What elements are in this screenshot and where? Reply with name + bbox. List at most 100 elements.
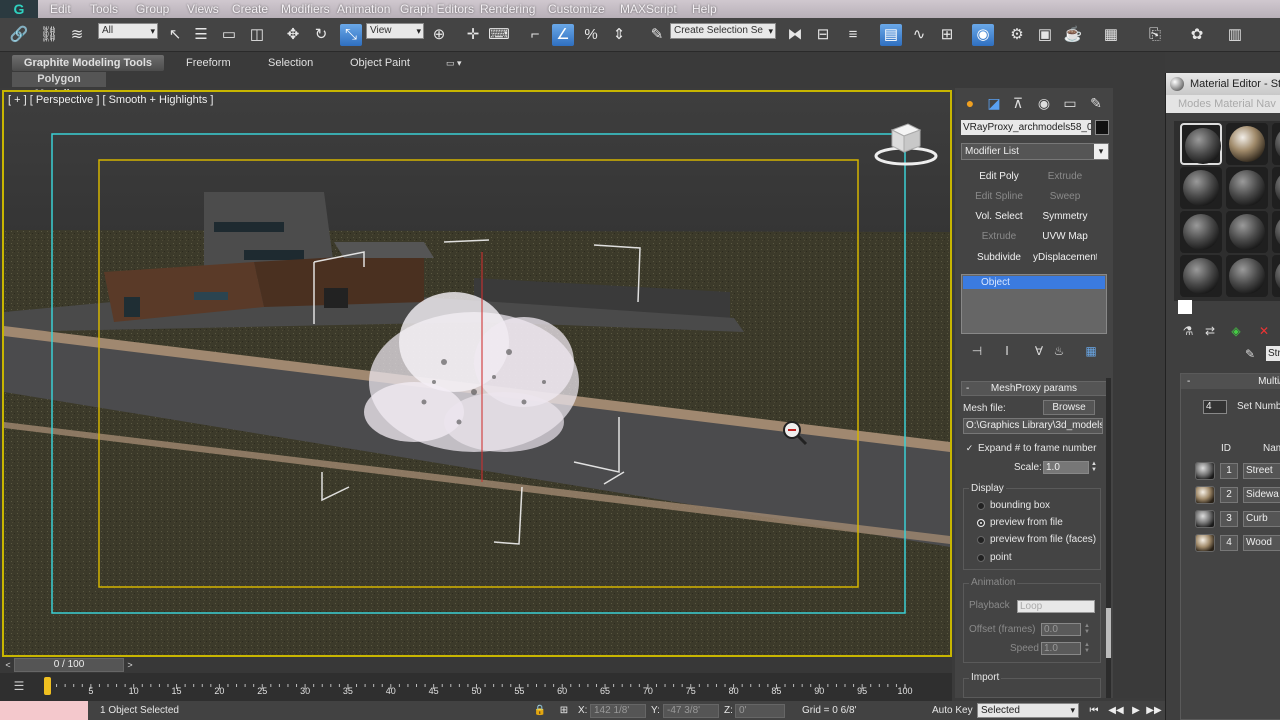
submaterial-name[interactable]: Wood bbox=[1243, 535, 1280, 551]
offset-spinner[interactable]: 0.0 bbox=[1041, 623, 1081, 636]
radio-point[interactable] bbox=[977, 554, 985, 562]
viewport-label[interactable]: [ + ] [ Perspective ] [ Smooth + Highlig… bbox=[8, 94, 213, 106]
material-name-field[interactable]: Str bbox=[1266, 346, 1280, 361]
z-coordinate-field[interactable]: 0' bbox=[735, 704, 785, 718]
extra-tool-icon[interactable]: ▥ bbox=[1224, 24, 1246, 46]
uvw-map-button[interactable]: UVW Map bbox=[1033, 228, 1097, 245]
subdivide-button[interactable]: Subdivide bbox=[967, 249, 1031, 266]
auto-key-button[interactable]: Auto Key bbox=[932, 705, 973, 716]
material-editor-icon[interactable]: ◉ bbox=[972, 24, 994, 46]
speed-spinner[interactable]: 1.0 bbox=[1041, 642, 1081, 655]
speed-spinner-arrows[interactable]: ▲ ▼ bbox=[1083, 642, 1091, 655]
symmetry-button[interactable]: Symmetry bbox=[1033, 208, 1097, 225]
set-number-button[interactable]: Set Numb bbox=[1237, 401, 1280, 412]
tab-selection[interactable]: Selection bbox=[268, 55, 313, 71]
previous-key-icon[interactable]: ◀◀ bbox=[1108, 703, 1124, 718]
extension-icon[interactable]: ✿ bbox=[1186, 24, 1208, 46]
submaterial-row[interactable]: 2 Sidewa bbox=[1195, 484, 1280, 506]
pick-from-object-icon[interactable]: ✎ bbox=[1242, 346, 1258, 362]
make-unique-icon[interactable]: ∀ bbox=[1031, 344, 1047, 358]
sample-slot[interactable] bbox=[1226, 211, 1268, 253]
stack-item-object[interactable]: Object bbox=[963, 276, 1105, 289]
next-frame-icon[interactable]: > bbox=[124, 659, 136, 671]
tab-object-paint[interactable]: Object Paint bbox=[350, 55, 410, 71]
assign-material-icon[interactable]: ◈ bbox=[1228, 323, 1244, 339]
tab-freeform[interactable]: Freeform bbox=[186, 55, 231, 71]
percent-snap-icon[interactable]: % bbox=[580, 24, 602, 46]
radio-preview-faces[interactable] bbox=[977, 536, 985, 544]
extrude-button[interactable]: Extrude bbox=[1033, 168, 1097, 185]
key-filter-dropdown[interactable]: Selected bbox=[977, 703, 1079, 718]
render-production-icon[interactable]: ☕ bbox=[1062, 24, 1084, 46]
angle-snap-icon[interactable]: ∠ bbox=[552, 24, 574, 46]
vray-displacement-button[interactable]: yDisplacementI bbox=[1033, 249, 1097, 266]
absolute-mode-icon[interactable]: ⊞ bbox=[556, 703, 572, 718]
expand-frame-checkbox[interactable]: ✓ bbox=[965, 444, 974, 453]
edit-poly-button[interactable]: Edit Poly bbox=[967, 168, 1031, 185]
pin-stack-icon[interactable]: ⊣ bbox=[969, 344, 985, 358]
motion-tab-icon[interactable]: ◉ bbox=[1035, 94, 1053, 112]
tab-graphite-modeling-tools[interactable]: Graphite Modeling Tools bbox=[12, 55, 164, 71]
align-icon[interactable]: ⊟ bbox=[812, 24, 834, 46]
move-icon[interactable]: ✥ bbox=[282, 24, 304, 46]
scale-icon[interactable]: ⤡ bbox=[340, 24, 362, 46]
previous-frame-icon[interactable]: < bbox=[2, 659, 14, 671]
scale-spinner[interactable]: 1.0 bbox=[1043, 461, 1089, 474]
edit-named-selection-icon[interactable]: ✎ bbox=[646, 24, 668, 46]
submaterial-name[interactable]: Sidewa bbox=[1243, 487, 1280, 503]
time-slider[interactable]: < 0 / 100 > bbox=[0, 657, 952, 673]
rectangular-selection-icon[interactable]: ▭ bbox=[218, 24, 240, 46]
submaterial-swatch[interactable] bbox=[1195, 534, 1215, 552]
modifier-stack[interactable]: Object bbox=[961, 274, 1107, 334]
submaterial-row[interactable]: 4 Wood bbox=[1195, 532, 1280, 554]
put-to-scene-icon[interactable]: ⇄ bbox=[1202, 323, 1218, 339]
y-coordinate-field[interactable]: -47 3/8' bbox=[663, 704, 719, 718]
submaterial-id[interactable]: 4 bbox=[1220, 535, 1238, 551]
mini-curve-editor-icon[interactable]: ☰ bbox=[10, 679, 28, 693]
playback-dropdown[interactable]: Loop bbox=[1017, 600, 1095, 613]
scrollbar-thumb[interactable] bbox=[1106, 608, 1111, 658]
keyboard-shortcut-icon[interactable]: ⌨ bbox=[488, 24, 510, 46]
get-material-icon[interactable]: ⚗ bbox=[1180, 323, 1196, 339]
hierarchy-tab-icon[interactable]: ⊼ bbox=[1009, 94, 1027, 112]
snaps-toggle-icon[interactable]: ⌐ bbox=[524, 24, 546, 46]
schematic-view-icon[interactable]: ⊞ bbox=[936, 24, 958, 46]
link-icon[interactable]: 🔗 bbox=[8, 24, 30, 46]
next-key-icon[interactable]: ▶▶ bbox=[1146, 703, 1162, 718]
vol-select-button[interactable]: Vol. Select bbox=[967, 208, 1031, 225]
submaterial-id[interactable]: 2 bbox=[1220, 487, 1238, 503]
pivot-center-icon[interactable]: ⊕ bbox=[428, 24, 450, 46]
time-slider-handle[interactable]: 0 / 100 bbox=[14, 658, 124, 672]
submaterial-name[interactable]: Street bbox=[1243, 463, 1280, 479]
maxscript-listener-mini[interactable] bbox=[0, 701, 88, 720]
sample-slot[interactable] bbox=[1180, 211, 1222, 253]
menu-graph-editors[interactable]: Graph Editors bbox=[400, 1, 474, 17]
multi-subobject-header[interactable]: - Multi/ bbox=[1181, 374, 1280, 389]
modifier-list-dropdown[interactable]: Modifier List ▾ bbox=[961, 143, 1109, 160]
submaterial-swatch[interactable] bbox=[1195, 486, 1215, 504]
modify-tab-icon[interactable]: ◪ bbox=[985, 94, 1003, 112]
submaterial-name[interactable]: Curb bbox=[1243, 511, 1280, 527]
meshproxy-params-rollout[interactable]: - MeshProxy params bbox=[961, 381, 1107, 396]
app-logo-icon[interactable]: G bbox=[0, 0, 38, 18]
material-editor-menu[interactable]: Modes Material Nav bbox=[1166, 95, 1280, 113]
select-by-name-icon[interactable]: ☰ bbox=[190, 24, 212, 46]
display-tab-icon[interactable]: ▭ bbox=[1061, 94, 1079, 112]
sample-slot[interactable] bbox=[1272, 255, 1280, 297]
curve-editor-icon[interactable]: ∿ bbox=[908, 24, 930, 46]
current-frame-marker[interactable] bbox=[44, 677, 51, 695]
menu-maxscript[interactable]: MAXScript bbox=[620, 1, 677, 17]
scale-spinner-arrows[interactable]: ▲ ▼ bbox=[1090, 461, 1098, 474]
submaterial-id[interactable]: 3 bbox=[1220, 511, 1238, 527]
menu-views[interactable]: Views bbox=[187, 1, 219, 17]
radio-preview-from-file[interactable] bbox=[977, 519, 985, 527]
menu-create[interactable]: Create bbox=[232, 1, 268, 17]
select-object-icon[interactable]: ↖ bbox=[164, 24, 186, 46]
menu-group[interactable]: Group bbox=[136, 1, 169, 17]
reference-coordinate-dropdown[interactable]: View bbox=[366, 23, 424, 39]
menu-rendering[interactable]: Rendering bbox=[480, 1, 535, 17]
script-icon[interactable]: ⎘ bbox=[1144, 24, 1166, 46]
graphite-toggle-icon[interactable]: ▤ bbox=[880, 24, 902, 46]
sample-slot[interactable] bbox=[1180, 167, 1222, 209]
submaterial-swatch[interactable] bbox=[1195, 462, 1215, 480]
